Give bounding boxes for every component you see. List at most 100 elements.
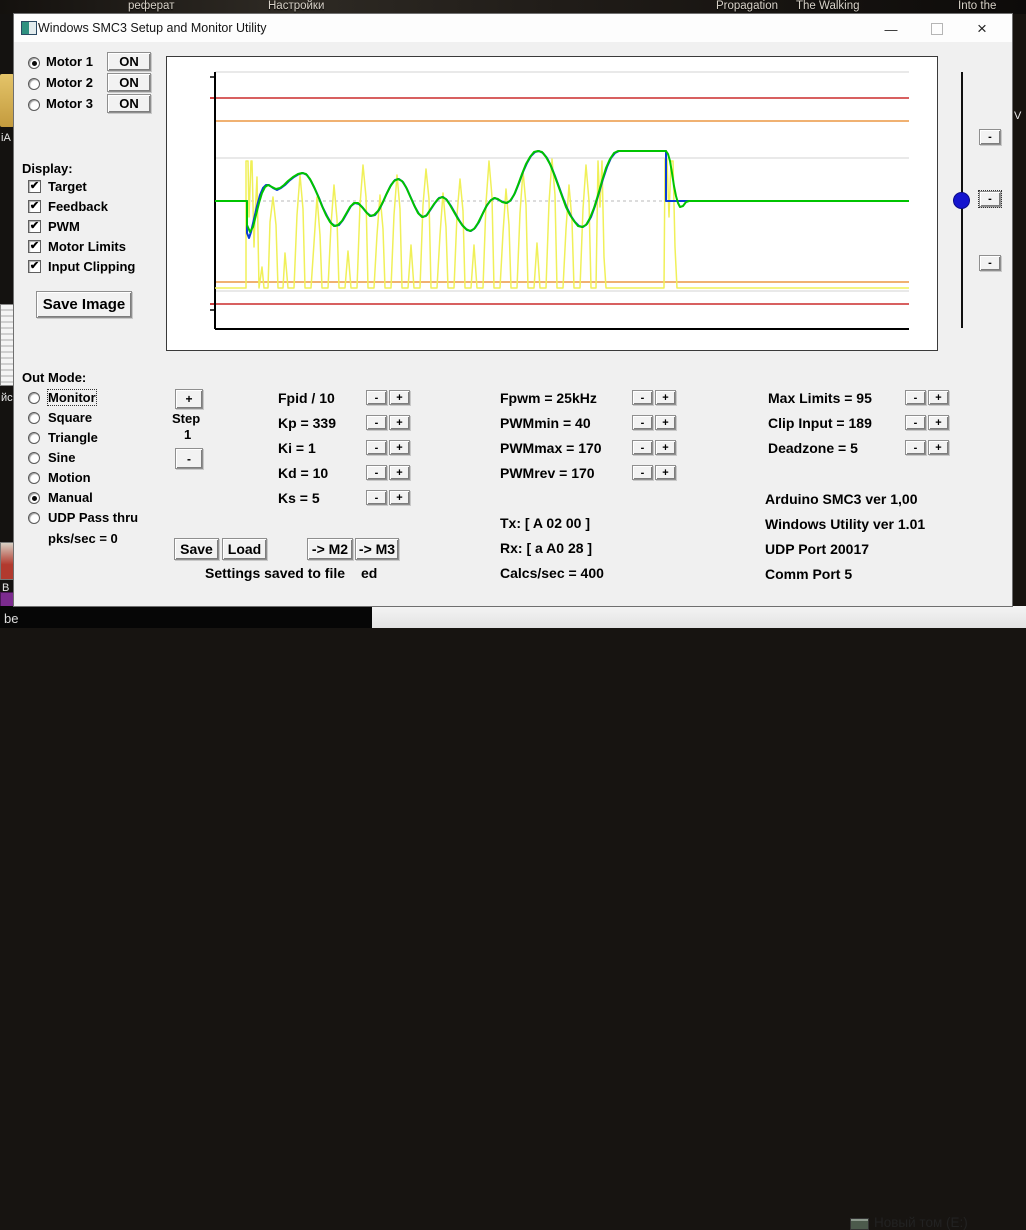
load-button[interactable]: Load <box>222 538 267 560</box>
copy-to-m3-button[interactable]: -> M3 <box>355 538 399 560</box>
feedback-checkbox[interactable]: ✔ <box>28 200 41 213</box>
tx-readout: Tx: [ A 02 00 ] <box>500 515 590 531</box>
out-mode-triangle-radio[interactable] <box>28 432 40 444</box>
kp-minus-button[interactable]: - <box>366 415 387 430</box>
desktop-document-icon[interactable] <box>0 304 15 386</box>
target-checkbox[interactable]: ✔ <box>28 180 41 193</box>
out-mode-manual-label[interactable]: Manual <box>48 490 93 505</box>
scope-chart-panel <box>166 56 938 351</box>
input-clipping-checkbox[interactable]: ✔ <box>28 260 41 273</box>
out-mode-motion-label[interactable]: Motion <box>48 470 91 485</box>
slider-upper-button[interactable]: - <box>979 129 1001 145</box>
step-minus-button[interactable]: - <box>175 448 203 469</box>
pwmmin-minus-button[interactable]: - <box>632 415 653 430</box>
titlebar[interactable]: Windows SMC3 Setup and Monitor Utility —… <box>14 14 1012 42</box>
ks-label: Ks = 5 <box>278 490 320 506</box>
ks-minus-button[interactable]: - <box>366 490 387 505</box>
motor2-label: Motor 2 <box>46 75 93 90</box>
deadzone-minus-button[interactable]: - <box>905 440 926 455</box>
motor3-on-button[interactable]: ON <box>107 94 151 113</box>
arduino-version: Arduino SMC3 ver 1,00 <box>765 491 918 507</box>
fpid-minus-button[interactable]: - <box>366 390 387 405</box>
out-mode-sine-radio[interactable] <box>28 452 40 464</box>
copy-to-m2-button[interactable]: -> M2 <box>307 538 353 560</box>
target-label: Target <box>48 179 87 194</box>
desktop-text-fragment: V <box>1014 110 1021 122</box>
pwmmax-minus-button[interactable]: - <box>632 440 653 455</box>
motor1-radio[interactable] <box>28 57 40 69</box>
ki-minus-button[interactable]: - <box>366 440 387 455</box>
slider-center-button[interactable]: - <box>979 191 1001 207</box>
clip-input-minus-button[interactable]: - <box>905 415 926 430</box>
minimize-button[interactable]: — <box>876 19 906 39</box>
out-mode-udp-label[interactable]: UDP Pass thru <box>48 510 138 525</box>
step-plus-button[interactable]: + <box>175 389 203 409</box>
kd-plus-button[interactable]: + <box>389 465 410 480</box>
deadzone-plus-button[interactable]: + <box>928 440 949 455</box>
comm-port: Comm Port 5 <box>765 566 852 582</box>
motor3-label: Motor 3 <box>46 96 93 111</box>
ks-plus-button[interactable]: + <box>389 490 410 505</box>
out-mode-motion-radio[interactable] <box>28 472 40 484</box>
motor1-on-button[interactable]: ON <box>107 52 151 71</box>
ki-plus-button[interactable]: + <box>389 440 410 455</box>
motor3-radio[interactable] <box>28 99 40 111</box>
chart-svg <box>167 57 937 350</box>
pwmrev-plus-button[interactable]: + <box>655 465 676 480</box>
fpid-plus-button[interactable]: + <box>389 390 410 405</box>
app-icon <box>21 21 37 35</box>
step-value: 1 <box>184 427 191 442</box>
browser-tab-title[interactable]: Into the <box>958 0 996 12</box>
save-button[interactable]: Save <box>174 538 219 560</box>
kd-minus-button[interactable]: - <box>366 465 387 480</box>
drive-label[interactable]: Новый том (E:) <box>874 1215 968 1230</box>
browser-tab-title[interactable]: реферат <box>128 0 174 12</box>
pwmrev-label: PWMrev = 170 <box>500 465 595 481</box>
out-mode-monitor-radio[interactable] <box>28 392 40 404</box>
motor1-label: Motor 1 <box>46 54 93 69</box>
background-window-dark: be <box>0 606 372 628</box>
out-mode-square-label[interactable]: Square <box>48 410 92 425</box>
out-mode-udp-radio[interactable] <box>28 512 40 524</box>
settings-status: Settings saved to file <box>205 565 345 581</box>
out-mode-square-radio[interactable] <box>28 412 40 424</box>
deadzone-label: Deadzone = 5 <box>768 440 858 456</box>
pwmmax-label: PWMmax = 170 <box>500 440 602 456</box>
save-image-button[interactable]: Save Image <box>36 291 132 318</box>
slider-lower-button[interactable]: - <box>979 255 1001 271</box>
browser-tab-title[interactable]: Настройки <box>268 0 324 12</box>
out-mode-triangle-label[interactable]: Triangle <box>48 430 98 445</box>
pwmmax-plus-button[interactable]: + <box>655 440 676 455</box>
display-heading: Display: <box>22 161 73 176</box>
close-button[interactable]: × <box>967 19 997 39</box>
max-limits-plus-button[interactable]: + <box>928 390 949 405</box>
pwmrev-minus-button[interactable]: - <box>632 465 653 480</box>
pwm-checkbox[interactable]: ✔ <box>28 220 41 233</box>
fpid-label: Fpid / 10 <box>278 390 335 406</box>
max-limits-minus-button[interactable]: - <box>905 390 926 405</box>
fpwm-minus-button[interactable]: - <box>632 390 653 405</box>
background-text-fragment: be <box>4 611 18 626</box>
background-browser-tabstrip: реферат Настройки Propagation The Walkin… <box>0 0 1026 14</box>
kp-plus-button[interactable]: + <box>389 415 410 430</box>
manual-slider-knob[interactable] <box>953 192 970 209</box>
fpwm-plus-button[interactable]: + <box>655 390 676 405</box>
desktop-file-icon[interactable] <box>0 542 15 580</box>
browser-tab-title[interactable]: Propagation <box>716 0 778 12</box>
browser-tab-title[interactable]: The Walking <box>796 0 860 12</box>
out-mode-manual-radio[interactable] <box>28 492 40 504</box>
motor2-on-button[interactable]: ON <box>107 73 151 92</box>
out-mode-sine-label[interactable]: Sine <box>48 450 75 465</box>
motor-limits-checkbox[interactable]: ✔ <box>28 240 41 253</box>
pwmmin-plus-button[interactable]: + <box>655 415 676 430</box>
out-mode-monitor-label[interactable]: Monitor <box>48 390 96 405</box>
clip-input-plus-button[interactable]: + <box>928 415 949 430</box>
motor2-radio[interactable] <box>28 78 40 90</box>
desktop-folder-icon[interactable] <box>0 74 14 127</box>
step-label: Step <box>172 411 200 426</box>
maximize-button[interactable] <box>922 19 952 39</box>
pks-per-sec-label: pks/sec = 0 <box>48 531 118 546</box>
out-mode-heading: Out Mode: <box>22 370 86 385</box>
pwm-label: PWM <box>48 219 80 234</box>
max-limits-label: Max Limits = 95 <box>768 390 872 406</box>
